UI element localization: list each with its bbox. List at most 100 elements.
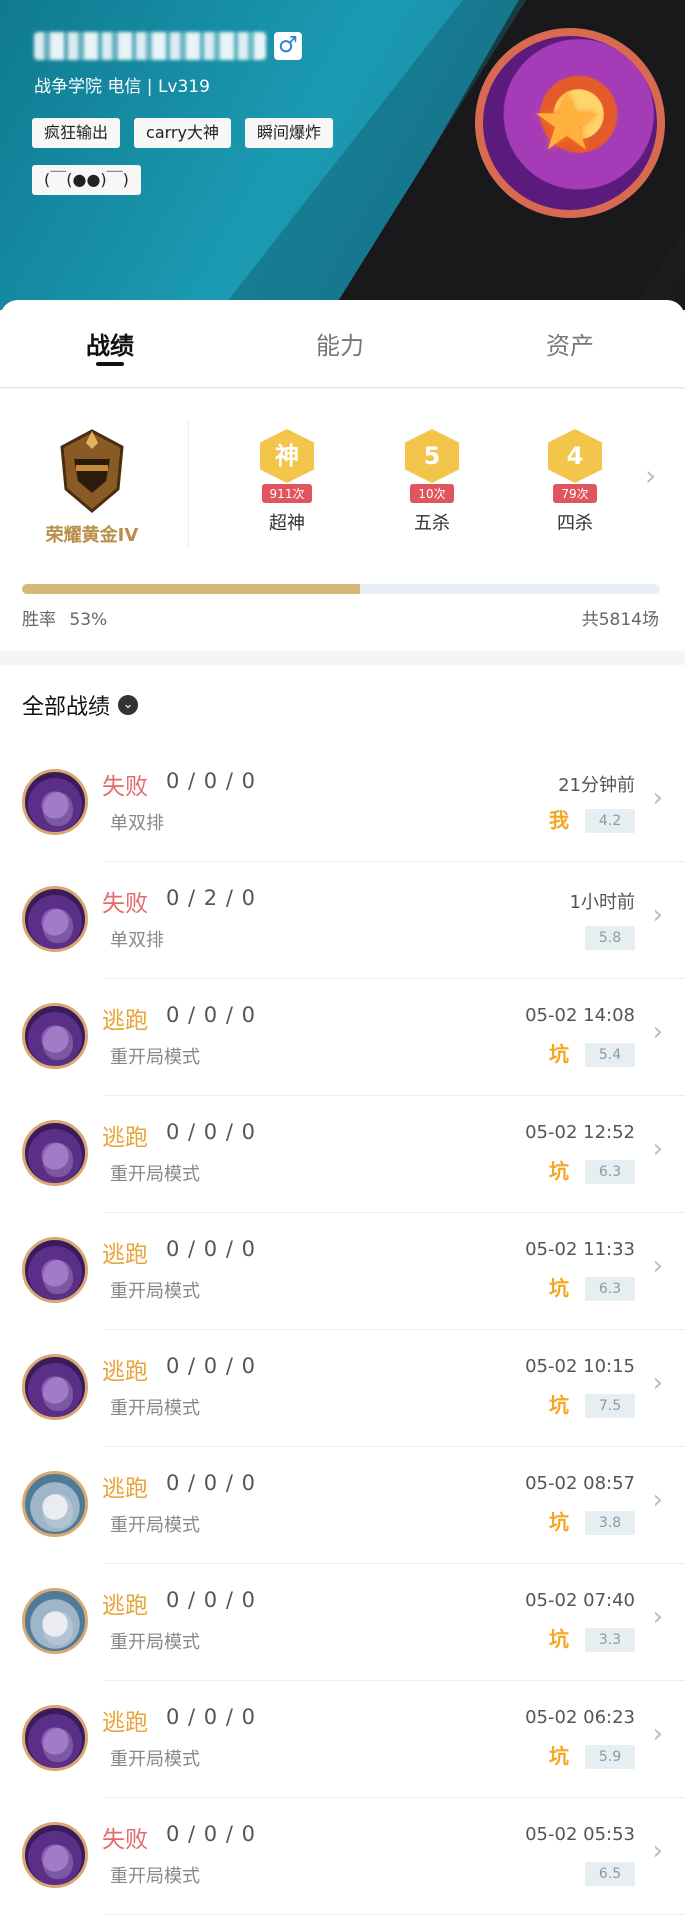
hero-face	[43, 1611, 73, 1645]
achievement-penta[interactable]: 5 10次 五杀	[387, 429, 477, 535]
kda: 0 / 0 / 0	[166, 1237, 256, 1261]
total-games: 共5814场	[581, 610, 659, 630]
match-row[interactable]: 逃跑 0 / 0 / 0 重开局模式 05-02 08:57 坑 3.8 ›	[0, 1447, 685, 1564]
achievement-quadra[interactable]: 4 79次 四杀	[530, 429, 620, 535]
star-wand-icon: ★	[531, 75, 603, 168]
win-rate-fill	[22, 584, 361, 594]
tag-item: 瞬间爆炸	[244, 118, 333, 148]
kda: 0 / 0 / 0	[166, 1705, 256, 1729]
records-title: 全部战绩	[22, 695, 111, 720]
match-row[interactable]: 逃跑 0 / 0 / 0 重开局模式 05-02 14:08 坑 5.4 ›	[0, 979, 685, 1096]
match-records: 全部战绩 ⌄ 失败 0 / 0 / 0 单双排 21分钟前 我 4.2 › 失败…	[0, 665, 685, 1923]
match-row[interactable]: 逃跑 0 / 0 / 0 重开局模式 05-02 11:33 坑 6.3 ›	[0, 1213, 685, 1330]
rank-helmet-icon	[60, 429, 124, 513]
match-result: 逃跑	[102, 1476, 148, 1502]
hero-avatar	[22, 1705, 88, 1771]
achievement-count: 911次	[261, 484, 313, 503]
row-divider	[104, 1914, 685, 1915]
game-mode: 重开局模式	[110, 1047, 200, 1068]
match-score: 5.4	[585, 1043, 635, 1067]
match-score: 7.5	[585, 1394, 635, 1418]
match-score: 4.2	[585, 809, 635, 833]
tab-record[interactable]: 战绩	[50, 326, 170, 361]
game-mode: 重开局模式	[110, 1515, 200, 1536]
hero-face	[43, 792, 73, 826]
chevron-right-icon[interactable]: ›	[653, 1719, 663, 1749]
hero-face	[43, 1026, 73, 1060]
hero-avatar	[22, 1471, 88, 1537]
chevron-right-icon[interactable]: ›	[653, 1485, 663, 1515]
stats-summary: 荣耀黄金IV 神 911次 超神 5 10次 五杀 4 79次 四杀 › 胜率 …	[0, 389, 685, 651]
match-result: 失败	[102, 774, 148, 800]
match-badge-icon: 坑	[549, 1393, 569, 1417]
hero-face	[43, 1728, 73, 1762]
server-level: 战争学院 电信 | Lv319	[34, 77, 210, 97]
match-time: 05-02 14:08	[525, 1005, 635, 1026]
kda: 0 / 0 / 0	[166, 769, 256, 793]
hero-avatar	[22, 1237, 88, 1303]
match-badge-icon: 坑	[549, 1159, 569, 1183]
rank-label: 荣耀黄金IV	[45, 525, 139, 546]
match-badge-icon	[546, 924, 572, 950]
match-time: 21分钟前	[558, 775, 635, 796]
achievement-label: 四杀	[557, 513, 593, 534]
legendary-badge-icon: 神	[260, 429, 314, 483]
tag-item: 疯狂输出	[32, 118, 121, 148]
match-row[interactable]: 失败 0 / 0 / 0 单双排 21分钟前 我 4.2 ›	[0, 745, 685, 862]
game-mode: 重开局模式	[110, 1281, 200, 1302]
tab-assets[interactable]: 资产	[510, 326, 630, 361]
kda: 0 / 0 / 0	[166, 1471, 256, 1495]
match-result: 逃跑	[102, 1593, 148, 1619]
achievement-count: 10次	[410, 484, 454, 503]
achievement-count: 79次	[553, 484, 597, 503]
game-mode: 重开局模式	[110, 1398, 200, 1419]
chevron-right-icon[interactable]: ›	[653, 1134, 663, 1164]
match-row[interactable]: 逃跑 0 / 0 / 0 重开局模式 05-02 10:15 坑 7.5 ›	[0, 1330, 685, 1447]
match-row[interactable]: 逃跑 0 / 0 / 0 重开局模式 05-02 06:23 坑 5.9 ›	[0, 1681, 685, 1798]
chevron-right-icon[interactable]: ›	[653, 1251, 663, 1281]
win-rate-value: 53%	[69, 610, 108, 630]
tab-ability[interactable]: 能力	[280, 326, 400, 361]
player-avatar[interactable]: ★	[475, 28, 665, 218]
match-badge-icon: 坑	[549, 1627, 569, 1651]
quadra-badge-icon: 4	[548, 429, 602, 483]
match-row[interactable]: 失败 0 / 0 / 0 重开局模式 05-02 05:53 6.5 ›	[0, 1798, 685, 1915]
kda: 0 / 0 / 0	[166, 1120, 256, 1144]
match-time: 05-02 06:23	[525, 1707, 635, 1728]
emoticon-tag: (￣(●●)￣)	[32, 165, 141, 195]
chevron-right-icon[interactable]: ›	[653, 1836, 663, 1866]
kda: 0 / 0 / 0	[166, 1822, 256, 1846]
game-mode: 重开局模式	[110, 1866, 200, 1887]
match-row[interactable]: 失败 0 / 2 / 0 单双排 1小时前 5.8 ›	[0, 862, 685, 979]
hero-avatar	[22, 769, 88, 835]
chevron-right-icon[interactable]: ›	[653, 1368, 663, 1398]
match-badge-icon: 坑	[549, 1042, 569, 1066]
match-row[interactable]: 逃跑 0 / 0 / 0 重开局模式 05-02 07:40 坑 3.3 ›	[0, 1564, 685, 1681]
hero-face	[43, 1260, 73, 1294]
hero-avatar	[22, 886, 88, 952]
match-result: 逃跑	[102, 1359, 148, 1385]
player-name: ♂	[34, 30, 302, 62]
game-mode: 单双排	[110, 813, 164, 834]
win-rate-label: 胜率	[22, 610, 56, 630]
records-filter[interactable]: 全部战绩 ⌄	[22, 689, 139, 721]
match-time: 05-02 07:40	[525, 1590, 635, 1611]
avatar-image: ★	[483, 36, 657, 210]
match-time: 05-02 11:33	[525, 1239, 635, 1260]
match-result: 逃跑	[102, 1242, 148, 1268]
match-result: 逃跑	[102, 1008, 148, 1034]
match-score: 6.3	[585, 1277, 635, 1301]
chevron-right-icon[interactable]: ›	[645, 459, 656, 492]
match-time: 1小时前	[569, 892, 635, 913]
tag-item: carry大神	[134, 118, 231, 148]
chevron-right-icon[interactable]: ›	[653, 1017, 663, 1047]
chevron-right-icon[interactable]: ›	[653, 783, 663, 813]
achievement-legendary[interactable]: 神 911次 超神	[242, 429, 332, 535]
chevron-right-icon[interactable]: ›	[653, 900, 663, 930]
kda: 0 / 0 / 0	[166, 1588, 256, 1612]
match-badge-icon: 坑	[549, 1744, 569, 1768]
tab-bar: 战绩 能力 资产	[0, 300, 685, 388]
match-time: 05-02 05:53	[525, 1824, 635, 1845]
chevron-right-icon[interactable]: ›	[653, 1602, 663, 1632]
match-row[interactable]: 逃跑 0 / 0 / 0 重开局模式 05-02 12:52 坑 6.3 ›	[0, 1096, 685, 1213]
